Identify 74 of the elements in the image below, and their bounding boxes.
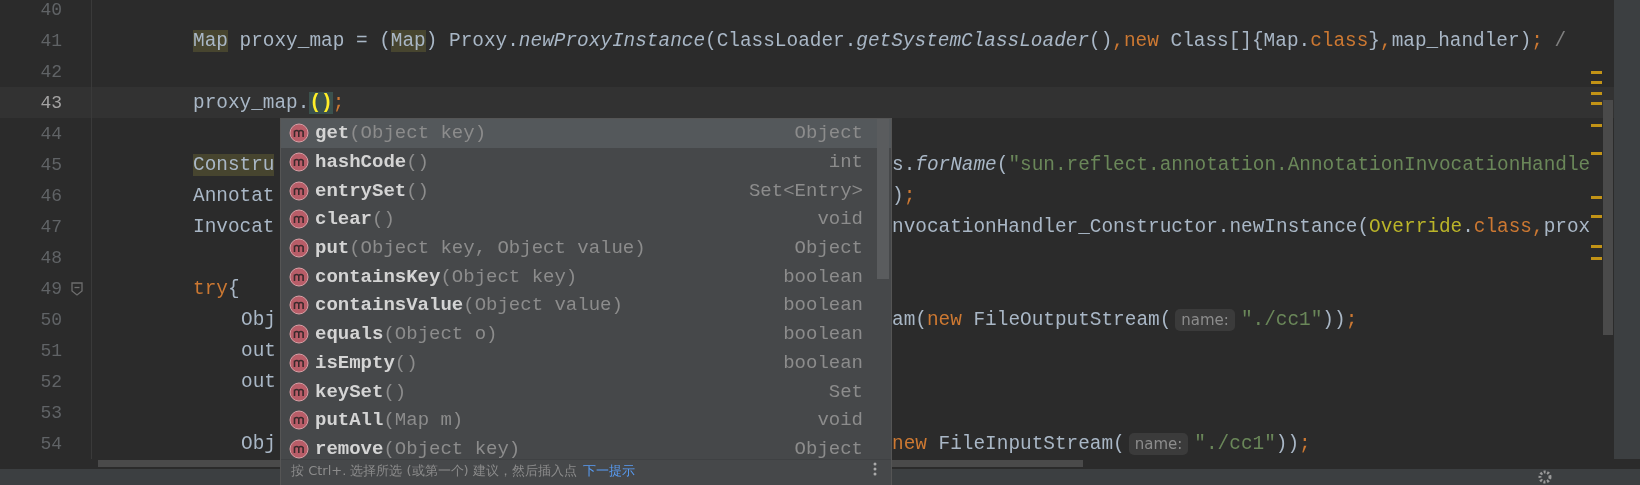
line-number: 41 <box>39 30 62 51</box>
completion-item[interactable]: clear() void <box>281 205 891 234</box>
error-stripe-mark[interactable] <box>1591 81 1602 84</box>
completion-item[interactable]: containsValue(Object value) boolean <box>281 291 891 320</box>
code-text: proxy_map.(); <box>193 91 345 114</box>
code-text: Obj <box>241 432 276 455</box>
scrollbar-thumb[interactable] <box>1603 100 1613 335</box>
line-number: 54 <box>39 433 62 454</box>
code-text: ); <box>892 184 916 207</box>
line-number: 47 <box>39 216 62 237</box>
method-icon <box>289 295 309 316</box>
error-stripe-mark[interactable] <box>1591 92 1602 95</box>
code-text: Invocat <box>193 215 275 238</box>
more-icon[interactable] <box>873 462 877 476</box>
method-icon <box>289 438 309 459</box>
fold-icon[interactable] <box>70 281 83 296</box>
code-text: s.forName("sun.reflect.annotation.AnnotationInvocationHandle <box>892 153 1591 176</box>
code-text: out <box>241 370 276 393</box>
parameter-hint: name: <box>1175 308 1235 331</box>
method-icon <box>289 180 309 201</box>
code-text: am(new FileOutputStream( <box>892 308 1172 331</box>
code-text: Map proxy_map = (Map) Proxy.newProxyInstance(ClassLoader.getSystemClassLoader(),new Class[]{Map.class},map_handler); / <box>193 29 1567 52</box>
code-text: try{ <box>193 277 240 300</box>
error-stripe-mark[interactable] <box>1591 102 1602 105</box>
completion-item[interactable]: containsKey(Object key) boolean <box>281 262 891 292</box>
code-text: new FileInputStream( <box>892 432 1125 455</box>
method-icon <box>289 324 309 345</box>
error-stripe-mark[interactable] <box>1591 71 1602 74</box>
code-text: Constru <box>193 153 275 176</box>
error-stripe-mark[interactable] <box>1591 196 1602 199</box>
line-number: 45 <box>39 154 62 175</box>
completion-item[interactable]: keySet() Set <box>281 377 891 406</box>
completion-item[interactable]: putAll(Map m) void <box>281 405 891 435</box>
error-stripe-mark[interactable] <box>1591 215 1602 218</box>
completion-item[interactable]: entrySet() Set<Entry> <box>281 176 891 206</box>
method-icon <box>289 266 309 287</box>
code-text: "./cc1")); <box>1194 432 1311 455</box>
method-icon <box>289 238 309 259</box>
method-icon <box>289 152 309 173</box>
code-text: Obj <box>241 308 276 331</box>
settings-icon[interactable] <box>1538 470 1552 484</box>
completion-item[interactable]: remove(Object key) Object <box>281 434 891 459</box>
method-icon <box>289 410 309 431</box>
next-tip-link[interactable]: 下一提示 <box>582 462 635 480</box>
line-number: 42 <box>39 61 62 82</box>
line-number: 52 <box>39 371 62 392</box>
code-text: Annotat <box>193 184 275 207</box>
completion-item[interactable]: put(Object key, Object value) Object <box>281 233 891 263</box>
code-text: nvocationHandler_Constructor.newInstance(Override.class,prox <box>892 215 1591 238</box>
error-stripe-mark[interactable] <box>1591 152 1602 155</box>
line-number: 49 <box>39 278 62 299</box>
line-number: 50 <box>39 309 62 330</box>
method-icon <box>289 381 309 402</box>
error-stripe-mark[interactable] <box>1591 257 1602 260</box>
line-number: 51 <box>39 340 62 361</box>
method-icon <box>289 352 309 373</box>
parameter-hint: name: <box>1128 432 1189 455</box>
line-number: 48 <box>39 247 62 268</box>
line-number: 44 <box>39 123 62 144</box>
completion-item[interactable]: equals(Object o) boolean <box>281 319 891 349</box>
completion-item[interactable]: isEmpty() boolean <box>281 348 891 378</box>
completion-item[interactable]: get(Object key) Object <box>281 119 891 148</box>
code-text: out <box>241 339 276 362</box>
method-icon <box>289 209 309 230</box>
completion-item[interactable]: hashCode() int <box>281 147 891 177</box>
line-number: 43 <box>39 92 62 113</box>
line-number: 53 <box>39 402 62 423</box>
error-stripe-mark[interactable] <box>1591 245 1602 248</box>
code-text: "./cc1")); <box>1240 308 1358 331</box>
line-number: 40 <box>39 0 62 20</box>
scrollbar-thumb[interactable] <box>877 119 889 279</box>
error-stripe-mark[interactable] <box>1591 124 1602 127</box>
line-number: 46 <box>39 185 62 206</box>
method-icon <box>289 123 309 144</box>
